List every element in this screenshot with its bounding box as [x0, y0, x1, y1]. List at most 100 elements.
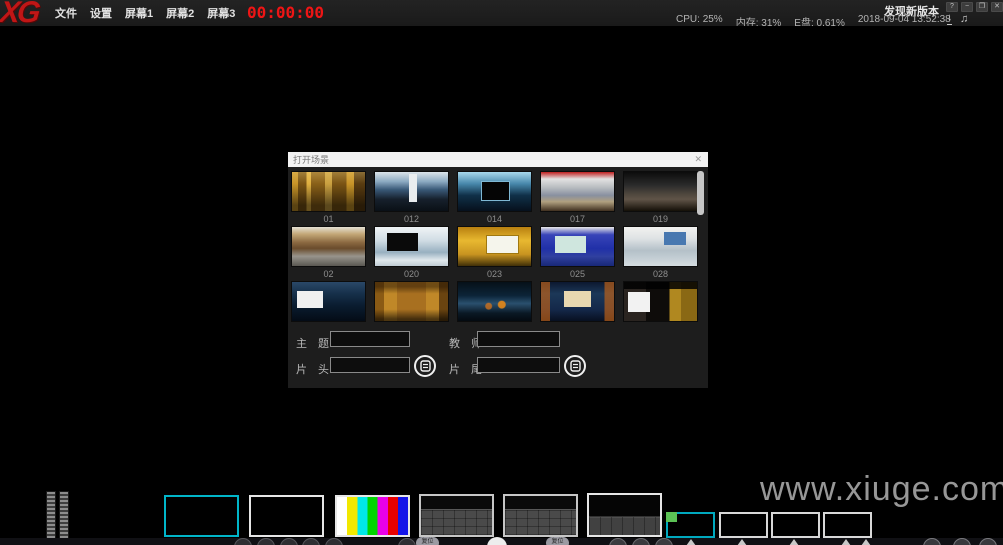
source-slot-4[interactable] — [823, 512, 872, 538]
scene-thumbnail-012[interactable] — [374, 171, 449, 212]
scene-cell: 025 — [540, 226, 623, 281]
scene-thumbnail-r3c2[interactable] — [374, 281, 449, 322]
scene-cell — [291, 281, 374, 336]
source-slot-2[interactable] — [719, 512, 768, 538]
scene-cell: 017 — [540, 171, 623, 226]
close-button[interactable]: ✕ — [991, 2, 1003, 12]
dialog-titlebar[interactable]: 打开场景 ✕ — [288, 152, 708, 167]
scene-thumbnail-017[interactable] — [540, 171, 615, 212]
scene-cell: 028 — [623, 226, 706, 281]
reset-button-2[interactable]: 复位 — [546, 537, 569, 545]
scene-cell: 012 — [374, 171, 457, 226]
system-stats: CPU: 25% 内存: 31% E盘: 0.61% 2018-09-04 13… — [676, 14, 951, 27]
download-icon[interactable]: ↓ — [947, 13, 952, 25]
monitor-scene-3[interactable] — [587, 493, 662, 537]
menu-settings[interactable]: 设置 — [90, 5, 112, 21]
memory-label: 内存: — [736, 18, 759, 27]
scene-thumbnail-01[interactable] — [291, 171, 366, 212]
window-controls: ? − ❐ ✕ — [946, 2, 1003, 12]
restore-button[interactable]: ❐ — [976, 2, 988, 12]
record-timer: 00:00:00 — [247, 3, 319, 22]
source-slot-3[interactable] — [771, 512, 820, 538]
reset-button-1[interactable]: 复位 — [416, 537, 439, 545]
scene-thumbnail-025[interactable] — [540, 226, 615, 267]
menu-screen2[interactable]: 屏幕2 — [166, 5, 194, 21]
monitor-colorbars[interactable] — [335, 495, 410, 537]
scene-grid: 01 012 014 017 019 02 020 023 025 028 — [291, 171, 706, 336]
open-scene-dialog: 打开场景 ✕ 01 012 014 017 019 02 020 023 025… — [288, 152, 708, 388]
menu-file[interactable]: 文件 — [55, 5, 77, 21]
menu-bar: 文件 设置 屏幕1 屏幕2 屏幕3 — [55, 5, 235, 21]
dialog-title: 打开场景 — [293, 153, 329, 166]
memory-stat: 内存: 31% — [736, 14, 782, 27]
scene-label: 014 — [457, 214, 532, 224]
watermark: www.xiuge.com — [760, 470, 1003, 509]
browse-icon — [570, 360, 581, 372]
up-arrow-icon[interactable] — [686, 539, 696, 545]
scene-thumbnail-r3c5[interactable] — [623, 281, 698, 322]
music-icon[interactable]: ♫ — [960, 13, 968, 25]
menu-screen3[interactable]: 屏幕3 — [207, 5, 235, 21]
opening-browse-button[interactable] — [414, 355, 436, 377]
menu-screen1[interactable]: 屏幕1 — [125, 5, 153, 21]
monitor-preview-selected[interactable] — [164, 495, 239, 537]
monitor-program[interactable] — [249, 495, 324, 537]
scene-label: 028 — [623, 269, 698, 279]
topbar-icons: ↓ ♫ — [947, 13, 968, 25]
up-arrow-icon[interactable] — [861, 539, 871, 545]
scene-cell — [623, 281, 706, 336]
live-indicator — [666, 512, 677, 522]
scene-thumbnail-r3c1[interactable] — [291, 281, 366, 322]
vu-meter-left — [46, 491, 56, 540]
app-logo: XG — [0, 0, 39, 27]
scene-label: 025 — [540, 269, 615, 279]
scene-label: 020 — [374, 269, 449, 279]
cpu-value: 25% — [703, 14, 723, 25]
up-arrow-icon[interactable] — [737, 539, 747, 545]
dialog-close-icon[interactable]: ✕ — [694, 154, 702, 165]
scene-thumbnail-014[interactable] — [457, 171, 532, 212]
monitor-scene-1[interactable] — [419, 494, 494, 537]
teacher-input[interactable] — [477, 331, 560, 347]
memory-value: 31% — [761, 18, 781, 27]
scene-thumbnail-r3c4[interactable] — [540, 281, 615, 322]
browse-icon — [420, 360, 431, 372]
scene-cell: 020 — [374, 226, 457, 281]
subject-label: 主 题 — [296, 335, 333, 351]
scene-label: 02 — [291, 269, 366, 279]
monitor-scene-2[interactable] — [503, 494, 578, 537]
scene-cell — [374, 281, 457, 336]
scene-cell: 019 — [623, 171, 706, 226]
scene-cell — [457, 281, 540, 336]
scene-thumbnail-023[interactable] — [457, 226, 532, 267]
datetime: 2018-09-04 13:52:38 — [858, 14, 951, 27]
scrollbar-thumb[interactable] — [697, 171, 704, 215]
scene-thumbnail-019[interactable] — [623, 171, 698, 212]
ending-input[interactable] — [477, 357, 560, 373]
scene-cell — [540, 281, 623, 336]
scene-thumbnail-02[interactable] — [291, 226, 366, 267]
scene-thumbnail-028[interactable] — [623, 226, 698, 267]
help-button[interactable]: ? — [946, 2, 958, 12]
scene-label: 019 — [623, 214, 698, 224]
disk-stat: E盘: 0.61% — [794, 14, 845, 27]
up-arrow-icon[interactable] — [841, 539, 851, 545]
disk-label: E盘: — [794, 18, 813, 27]
scene-cell: 014 — [457, 171, 540, 226]
minimize-button[interactable]: − — [961, 2, 973, 12]
ending-browse-button[interactable] — [564, 355, 586, 377]
scene-thumbnail-020[interactable] — [374, 226, 449, 267]
opening-input[interactable] — [330, 357, 410, 373]
cpu-stat: CPU: 25% — [676, 14, 723, 27]
subject-input[interactable] — [330, 331, 410, 347]
scene-cell: 01 — [291, 171, 374, 226]
scene-cell: 023 — [457, 226, 540, 281]
scene-thumbnail-r3c3[interactable] — [457, 281, 532, 322]
scene-cell: 02 — [291, 226, 374, 281]
scene-scrollbar[interactable] — [697, 169, 705, 331]
scene-label: 01 — [291, 214, 366, 224]
up-arrow-icon[interactable] — [789, 539, 799, 545]
vu-meter-right — [59, 491, 69, 540]
cpu-label: CPU: — [676, 14, 700, 25]
source-slot-1-active[interactable] — [666, 512, 715, 538]
